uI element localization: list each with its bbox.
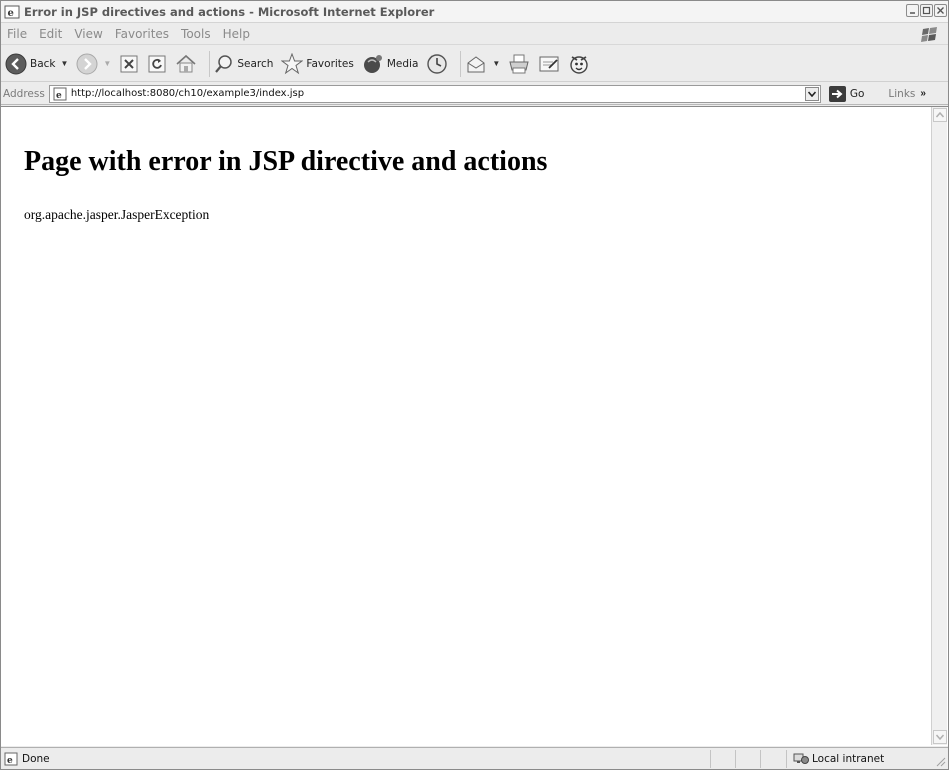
toolbar-separator	[460, 50, 462, 77]
back-arrow-icon	[5, 53, 27, 74]
address-label: Address	[3, 87, 45, 100]
forward-button[interactable]: ▼	[76, 50, 111, 78]
page-viewport	[1, 106, 948, 746]
edit-icon	[539, 56, 559, 71]
status-text: Done	[22, 752, 50, 765]
close-button[interactable]	[934, 4, 947, 17]
scroll-up-button[interactable]	[933, 108, 947, 122]
chevron-up-icon	[936, 112, 944, 118]
address-dropdown-button[interactable]	[804, 86, 819, 101]
search-icon	[215, 54, 233, 73]
forward-arrow-icon	[76, 53, 98, 74]
ie-logo-icon: e	[4, 5, 20, 19]
address-url[interactable]: http://localhost:8080/ch10/example3/inde…	[71, 88, 304, 99]
vertical-scrollbar[interactable]	[931, 107, 947, 745]
local-intranet-icon	[793, 753, 809, 764]
menu-bar: File Edit View Favorites Tools Help	[1, 24, 948, 45]
status-bar: e Done Local intranet	[1, 747, 948, 769]
status-divider	[760, 750, 761, 768]
browser-window: e Error in JSP directives and actions - …	[0, 0, 949, 770]
links-toolbar[interactable]: Links	[888, 88, 915, 100]
forward-dropdown-icon[interactable]: ▼	[103, 59, 111, 68]
home-icon	[176, 54, 196, 72]
go-arrow-icon	[828, 85, 846, 102]
print-button[interactable]	[508, 50, 530, 78]
page-icon: e	[53, 87, 67, 101]
menu-file[interactable]: File	[7, 27, 27, 41]
error-message: org.apache.jasper.JasperException	[24, 207, 210, 222]
history-button[interactable]	[426, 50, 448, 78]
history-icon	[427, 53, 448, 74]
window-controls	[906, 4, 947, 17]
svg-text:e: e	[8, 8, 14, 19]
standard-toolbar: Back ▼ ▼ Search Favorites Media ▼	[1, 46, 948, 82]
go-label: Go	[849, 87, 865, 100]
search-label: Search	[237, 57, 274, 70]
zone-label: Local intranet	[812, 753, 885, 765]
address-input[interactable]: e http://localhost:8080/ch10/example3/in…	[48, 84, 821, 103]
security-zone[interactable]: Local intranet	[793, 750, 884, 768]
maximize-button[interactable]	[920, 4, 933, 17]
toolbar-separator	[209, 50, 211, 77]
windows-logo-icon	[921, 27, 937, 42]
page-done-icon: e	[4, 752, 18, 766]
chevron-down-icon	[807, 90, 816, 97]
svg-text:e: e	[7, 756, 13, 766]
menu-edit[interactable]: Edit	[39, 27, 62, 41]
svg-text:e: e	[56, 91, 62, 101]
media-icon	[363, 54, 382, 73]
menu-help[interactable]: Help	[223, 27, 250, 41]
menu-view[interactable]: View	[74, 27, 102, 41]
menu-tools[interactable]: Tools	[181, 27, 211, 41]
minimize-button[interactable]	[906, 4, 919, 17]
media-label: Media	[386, 57, 419, 70]
print-icon	[509, 54, 529, 73]
home-button[interactable]	[175, 50, 197, 78]
back-label: Back	[30, 57, 56, 70]
mail-icon	[467, 55, 485, 72]
chevron-down-icon	[936, 734, 944, 740]
scroll-down-button[interactable]	[933, 730, 947, 744]
maximize-icon	[922, 6, 931, 15]
favorites-label: Favorites	[306, 57, 354, 70]
window-title: Error in JSP directives and actions - Mi…	[24, 4, 435, 19]
mail-dropdown-icon[interactable]: ▼	[492, 59, 500, 68]
menu-favorites[interactable]: Favorites	[115, 27, 169, 41]
mail-button[interactable]: ▼	[465, 50, 500, 78]
back-button[interactable]: Back ▼	[5, 50, 68, 78]
close-icon	[937, 7, 944, 14]
minimize-icon	[910, 12, 915, 14]
back-dropdown-icon[interactable]: ▼	[61, 59, 69, 68]
messenger-icon	[570, 55, 589, 74]
favorites-star-icon	[281, 52, 304, 74]
messenger-button[interactable]	[568, 50, 590, 78]
title-bar: e Error in JSP directives and actions - …	[1, 1, 948, 23]
status-divider	[710, 750, 711, 768]
status-divider	[786, 750, 787, 768]
stop-button[interactable]	[119, 50, 139, 78]
refresh-button[interactable]	[147, 50, 167, 78]
media-button[interactable]: Media	[362, 50, 419, 78]
go-button[interactable]: Go	[828, 85, 865, 102]
page-heading: Page with error in JSP directive and act…	[24, 146, 548, 177]
favorites-button[interactable]: Favorites	[281, 50, 354, 78]
edit-button[interactable]	[538, 50, 560, 78]
stop-icon	[120, 55, 138, 72]
search-button[interactable]: Search	[214, 50, 273, 78]
resize-grip-icon[interactable]	[934, 755, 946, 767]
refresh-icon	[148, 55, 166, 72]
address-bar: Address e http://localhost:8080/ch10/exa…	[1, 83, 948, 105]
links-chevron-icon[interactable]: »	[920, 88, 926, 99]
status-divider	[735, 750, 736, 768]
